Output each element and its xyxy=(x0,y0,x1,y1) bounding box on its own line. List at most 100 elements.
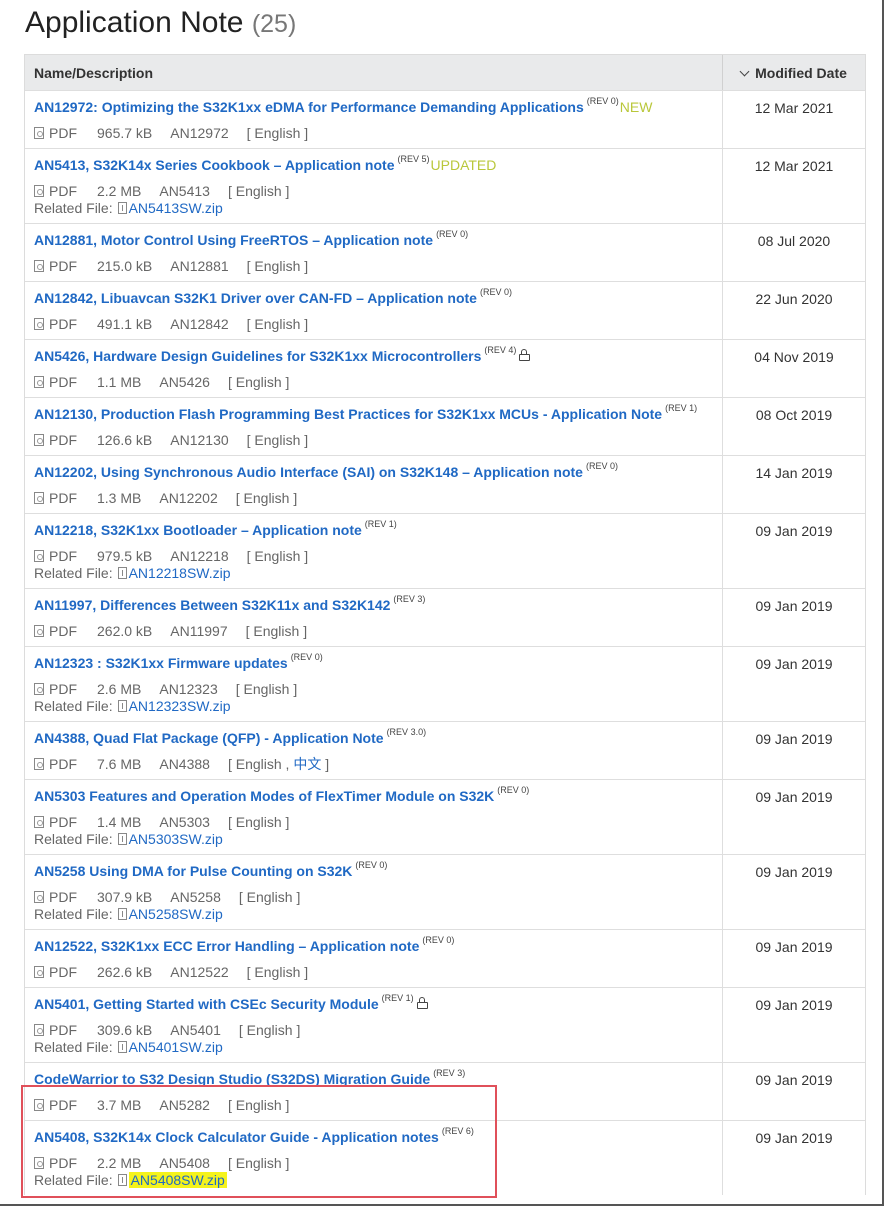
language-list: [ English ] xyxy=(227,814,290,830)
document-meta: PDF 1.1 MB AN5426 [ English ] xyxy=(34,374,713,390)
related-file-link[interactable]: AN5401SW.zip xyxy=(129,1039,223,1055)
document-title-link[interactable]: AN12202, Using Synchronous Audio Interfa… xyxy=(34,464,583,480)
zip-file-icon xyxy=(117,1174,127,1186)
file-type: PDF xyxy=(49,814,77,830)
document-title-link[interactable]: AN12842, Libuavcan S32K1 Driver over CAN… xyxy=(34,290,477,306)
file-size: 2.2 MB xyxy=(97,183,142,199)
document-title-link[interactable]: CodeWarrior to S32 Design Studio (S32DS)… xyxy=(34,1071,430,1087)
document-meta: PDF 126.6 kB AN12130 [ English ] xyxy=(34,432,713,448)
document-code: AN5408 xyxy=(159,1155,210,1171)
revision-label: (REV 0) xyxy=(422,935,455,945)
document-cell: AN12842, Libuavcan S32K1 Driver over CAN… xyxy=(25,282,723,339)
language-list: [ English ] xyxy=(227,1097,290,1113)
table-row: AN11997, Differences Between S32K11x and… xyxy=(25,588,865,646)
related-file-link[interactable]: AN5258SW.zip xyxy=(129,906,223,922)
related-file-link[interactable]: AN5413SW.zip xyxy=(129,200,223,216)
related-file: Related File: AN5413SW.zip xyxy=(34,200,713,216)
document-title-line: AN5258 Using DMA for Pulse Counting on S… xyxy=(34,860,713,881)
document-code: AN5426 xyxy=(159,374,210,390)
document-code: AN12881 xyxy=(170,258,229,274)
document-title-line: AN5426, Hardware Design Guidelines for S… xyxy=(34,345,713,366)
modified-date: 09 Jan 2019 xyxy=(755,731,833,747)
modified-date: 09 Jan 2019 xyxy=(755,523,833,539)
file-type: PDF xyxy=(49,1022,77,1038)
document-cell: AN12323 : S32K1xx Firmware updates (REV 0… xyxy=(25,647,723,721)
file-size: 1.1 MB xyxy=(97,374,142,390)
document-title-link[interactable]: AN12218, S32K1xx Bootloader – Applicatio… xyxy=(34,522,362,538)
pdf-file-icon xyxy=(34,1157,44,1169)
document-title-link[interactable]: AN5426, Hardware Design Guidelines for S… xyxy=(34,348,481,364)
document-title-link[interactable]: AN5408, S32K14x Clock Calculator Guide -… xyxy=(34,1129,439,1145)
zip-file-icon xyxy=(117,833,127,845)
file-type: PDF xyxy=(49,964,77,980)
document-cell: AN5258 Using DMA for Pulse Counting on S… xyxy=(25,855,723,929)
document-title-line: AN5303 Features and Operation Modes of F… xyxy=(34,785,713,806)
related-file-link[interactable]: AN5408SW.zip xyxy=(128,1172,227,1188)
document-title-link[interactable]: AN12323 : S32K1xx Firmware updates xyxy=(34,655,288,671)
document-title-link[interactable]: AN5258 Using DMA for Pulse Counting on S… xyxy=(34,863,352,879)
language-list: [ English ] xyxy=(238,889,301,905)
modified-date: 09 Jan 2019 xyxy=(755,1130,833,1146)
document-title-line: AN12842, Libuavcan S32K1 Driver over CAN… xyxy=(34,287,713,308)
revision-label: (REV 1) xyxy=(381,993,414,1003)
language-link-chinese[interactable]: 中文 xyxy=(293,756,321,772)
document-title-line: AN12522, S32K1xx ECC Error Handling – Ap… xyxy=(34,935,713,956)
modified-date: 09 Jan 2019 xyxy=(755,598,833,614)
document-code: AN12842 xyxy=(170,316,229,332)
document-title-link[interactable]: AN4388, Quad Flat Package (QFP) - Applic… xyxy=(34,730,384,746)
related-file-link[interactable]: AN12218SW.zip xyxy=(129,565,231,581)
related-file-label: Related File: xyxy=(34,1172,113,1188)
language-list: [ English ] xyxy=(246,964,309,980)
document-code: AN12130 xyxy=(170,432,229,448)
modified-date: 12 Mar 2021 xyxy=(754,100,834,116)
document-cell: AN5408, S32K14x Clock Calculator Guide -… xyxy=(25,1121,723,1195)
revision-label: (REV 0) xyxy=(436,229,469,239)
document-meta: PDF 965.7 kB AN12972 [ English ] xyxy=(34,125,713,141)
table-row: AN12202, Using Synchronous Audio Interfa… xyxy=(25,455,865,513)
language-list: [ English ] xyxy=(246,316,309,332)
document-cell: AN11997, Differences Between S32K11x and… xyxy=(25,589,723,646)
modified-date: 04 Nov 2019 xyxy=(754,349,834,365)
document-title-line: AN12130, Production Flash Programming Be… xyxy=(34,403,713,424)
document-cell: AN5401, Getting Started with CSEc Securi… xyxy=(25,988,723,1062)
document-cell: AN5413, S32K14x Series Cookbook – Applic… xyxy=(25,149,723,223)
document-title-link[interactable]: AN5303 Features and Operation Modes of F… xyxy=(34,788,494,804)
document-title-link[interactable]: AN12881, Motor Control Using FreeRTOS – … xyxy=(34,232,433,248)
result-count: (25) xyxy=(251,10,297,38)
document-title-link[interactable]: AN5413, S32K14x Series Cookbook – Applic… xyxy=(34,157,395,173)
related-file-label: Related File: xyxy=(34,831,113,847)
document-title-link[interactable]: AN12972: Optimizing the S32K1xx eDMA for… xyxy=(34,99,584,115)
column-header-modified-date[interactable]: Modified Date xyxy=(723,55,865,90)
file-size: 262.0 kB xyxy=(97,623,153,639)
revision-label: (REV 0) xyxy=(290,652,323,662)
document-title-line: AN5413, S32K14x Series Cookbook – Applic… xyxy=(34,154,713,175)
pdf-file-icon xyxy=(34,185,44,197)
table-row: AN5426, Hardware Design Guidelines for S… xyxy=(25,339,865,397)
document-cell: AN5426, Hardware Design Guidelines for S… xyxy=(25,340,723,397)
document-code: AN11997 xyxy=(170,623,228,639)
document-title-line: AN12323 : S32K1xx Firmware updates (REV 0… xyxy=(34,652,713,673)
document-meta: PDF 2.2 MB AN5413 [ English ] xyxy=(34,183,713,199)
column-header-name[interactable]: Name/Description xyxy=(25,55,723,90)
related-file-link[interactable]: AN5303SW.zip xyxy=(129,831,223,847)
table-row: AN5401, Getting Started with CSEc Securi… xyxy=(25,987,865,1062)
table-row: AN5413, S32K14x Series Cookbook – Applic… xyxy=(25,148,865,223)
language-list: [ English ] xyxy=(227,183,290,199)
document-meta: PDF 1.3 MB AN12202 [ English ] xyxy=(34,490,713,506)
document-title-link[interactable]: AN5401, Getting Started with CSEc Securi… xyxy=(34,996,379,1012)
file-size: 1.3 MB xyxy=(97,490,142,506)
document-title-link[interactable]: AN12130, Production Flash Programming Be… xyxy=(34,406,662,422)
document-code: AN5401 xyxy=(170,1022,221,1038)
document-cell: AN12972: Optimizing the S32K1xx eDMA for… xyxy=(25,91,723,148)
zip-file-icon xyxy=(117,1041,127,1053)
document-cell: AN4388, Quad Flat Package (QFP) - Applic… xyxy=(25,722,723,779)
document-cell: AN12130, Production Flash Programming Be… xyxy=(25,398,723,455)
file-size: 1.4 MB xyxy=(97,814,142,830)
document-title-link[interactable]: AN11997, Differences Between S32K11x and… xyxy=(34,597,390,613)
related-file-link[interactable]: AN12323SW.zip xyxy=(129,698,231,714)
status-badge: NEW xyxy=(619,99,653,115)
file-type: PDF xyxy=(49,432,77,448)
document-cell: AN12522, S32K1xx ECC Error Handling – Ap… xyxy=(25,930,723,987)
document-title-link[interactable]: AN12522, S32K1xx ECC Error Handling – Ap… xyxy=(34,938,419,954)
language-list: [ English ] xyxy=(246,548,309,564)
